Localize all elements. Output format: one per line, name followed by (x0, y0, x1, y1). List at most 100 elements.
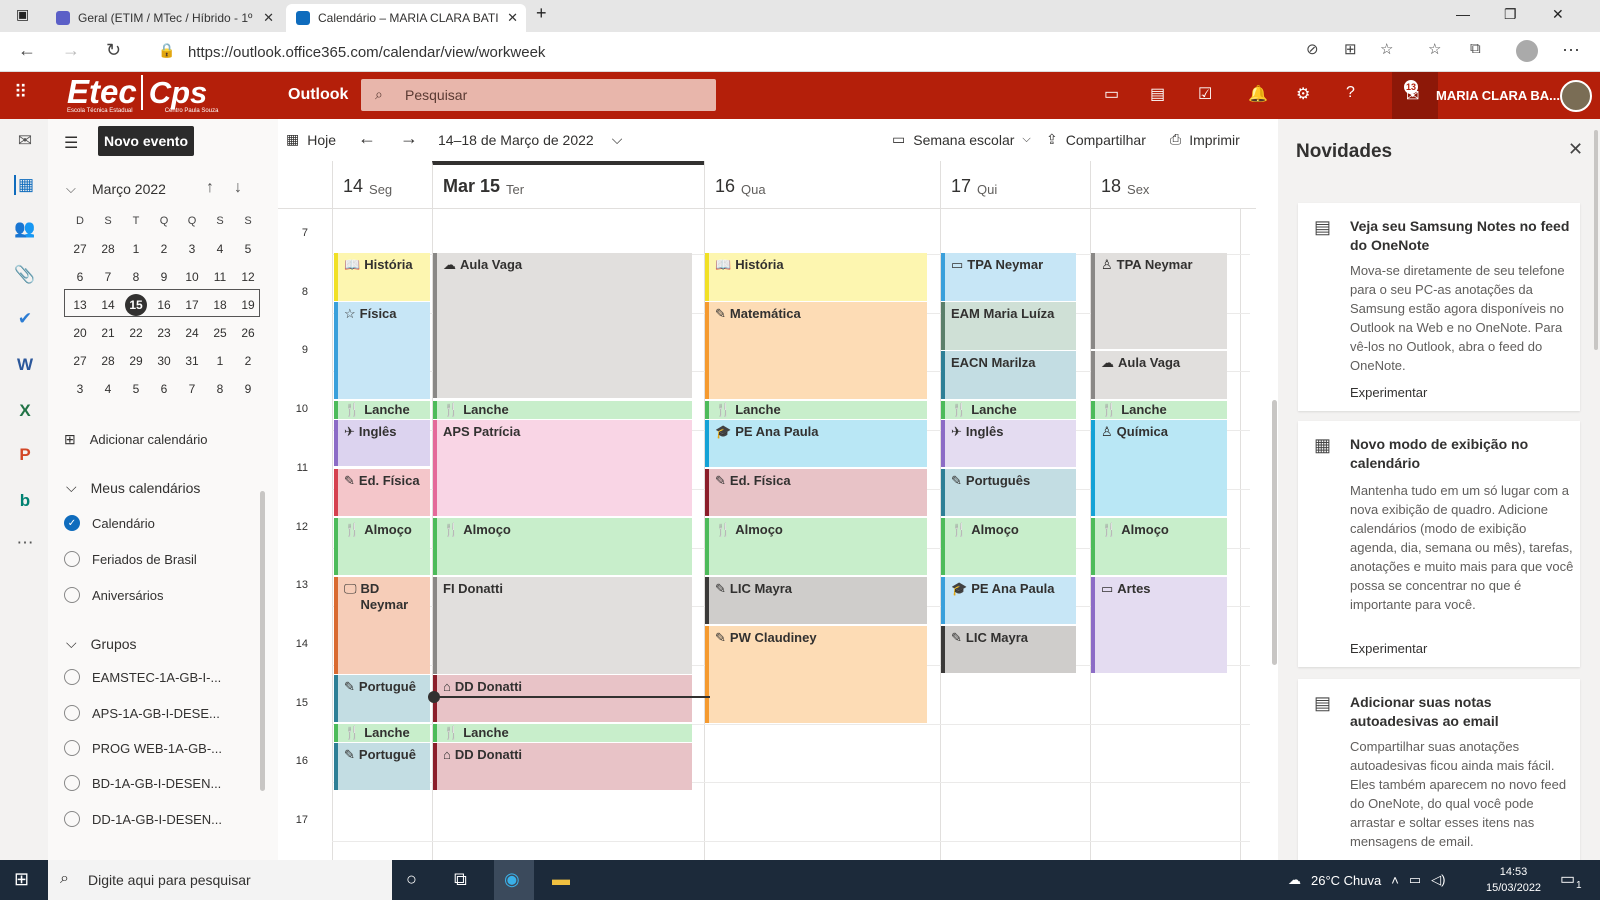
clock[interactable]: 14:53 15/03/2022 (1486, 864, 1541, 896)
mini-calendar-day[interactable]: 7 (178, 375, 206, 403)
calendar-event[interactable]: ☁ Aula Vaga (1091, 351, 1227, 399)
calendar-item-feriados[interactable]: Feriados de Brasil (64, 551, 197, 567)
browser-menu-icon[interactable]: ▣ (16, 6, 29, 23)
weather-icon[interactable]: ☁ (1288, 872, 1301, 888)
date-range-button[interactable]: 14–18 de Março de 2022 ⌵ (438, 131, 622, 148)
mini-calendar-day[interactable]: 6 (150, 375, 178, 403)
calendar-event[interactable]: EACN Marilza (941, 351, 1076, 399)
news-card[interactable]: ▤ Adicionar suas notas autoadesivas ao e… (1298, 679, 1580, 860)
word-icon[interactable]: W (14, 355, 36, 375)
calendar-event[interactable]: 🍴 Almoço (433, 518, 692, 575)
news-card[interactable]: ▤ Veja seu Samsung Notes no feed do OneN… (1298, 203, 1580, 411)
mini-calendar-day[interactable]: 20 (66, 319, 94, 347)
mini-calendar-day[interactable]: 6 (66, 263, 94, 291)
calendar-event[interactable]: 🍴 Almoço (334, 518, 430, 575)
day-header-mon[interactable]: 14 Seg (332, 161, 432, 209)
calendar-grid[interactable]: 7 8 9 10 11 12 13 14 15 16 17 📖 História ☆ Física 🍴 Lan… (278, 209, 1256, 860)
forward-icon[interactable]: → (62, 40, 80, 61)
calendar-event[interactable]: ✎ Português (941, 469, 1076, 516)
task-view-icon[interactable]: ⧉ (454, 869, 467, 890)
calendar-event[interactable]: 🍴 Lanche (705, 401, 927, 419)
calendar-event[interactable]: 🍴 Lanche (334, 401, 430, 419)
mini-calendar-day[interactable]: 24 (178, 319, 206, 347)
calendar-event[interactable]: ✎ Portuguê (334, 675, 430, 722)
app-launcher-icon[interactable]: ⠿ (14, 82, 27, 103)
chevron-up-icon[interactable]: ˄ (1391, 873, 1399, 888)
more-icon[interactable]: ⋯ (1562, 40, 1580, 61)
browser-tab-calendar[interactable]: Calendário – MARIA CLARA BATI ✕ (286, 4, 526, 32)
mini-calendar-day[interactable]: 11 (206, 263, 234, 291)
todo-check-icon[interactable]: ✔ (14, 309, 36, 329)
feedback-icon[interactable]: ✉ (1392, 72, 1438, 119)
today-button[interactable]: ▦ Hoje (286, 131, 336, 148)
group-item[interactable]: APS-1A-GB-I-DESE... (64, 705, 220, 721)
mini-calendar-day[interactable]: 21 (94, 319, 122, 347)
calendar-event[interactable]: 🎓 PE Ana Paula (941, 577, 1076, 624)
mini-calendar-day[interactable]: 27 (66, 347, 94, 375)
print-button[interactable]: ⎙ Imprimir (1170, 131, 1240, 148)
calendar-event[interactable]: APS Patrícia (433, 420, 692, 516)
next-month-icon[interactable]: ↓ (234, 179, 242, 197)
calendar-event[interactable]: ⌂ DD Donatti (433, 675, 692, 722)
calendar-event[interactable]: ♙ TPA Neymar (1091, 253, 1227, 349)
teams-chat-icon[interactable]: ▭ (1104, 84, 1119, 104)
calendar-event[interactable]: 🎓 PE Ana Paula (705, 420, 927, 467)
calendar-event[interactable]: ✎ Ed. Física (334, 469, 430, 516)
paperclip-icon[interactable]: 📎 (14, 265, 36, 285)
calendar-event[interactable]: 🍴 Lanche (334, 724, 430, 742)
mini-calendar-day[interactable]: 5 (234, 235, 262, 263)
day-header-fri[interactable]: 18 Sex (1090, 161, 1240, 209)
user-name[interactable]: MARIA CLARA BA... (1436, 88, 1560, 103)
mini-calendar-day[interactable]: 7 (94, 263, 122, 291)
calendar-event[interactable]: FI Donatti (433, 577, 692, 674)
gear-icon[interactable]: ⚙ (1296, 84, 1310, 104)
day-header-wed[interactable]: 16 Qua (704, 161, 940, 209)
calendar-icon[interactable]: ▦ (14, 175, 36, 195)
mini-calendar-day[interactable]: 1 (122, 235, 150, 263)
mini-calendar-day[interactable]: 9 (234, 375, 262, 403)
avatar[interactable] (1560, 80, 1592, 112)
mini-calendar-day[interactable]: 28 (94, 347, 122, 375)
calendar-event[interactable]: ✎ Matemática (705, 302, 927, 399)
close-tab-icon[interactable]: ✕ (263, 10, 274, 26)
groups-header[interactable]: ⌵ Grupos (66, 635, 137, 652)
add-favorite-icon[interactable]: ☆ (1380, 40, 1393, 58)
calendar-event[interactable]: ✈ Inglês (334, 420, 430, 466)
close-window-icon[interactable]: ✕ (1552, 6, 1564, 23)
network-icon[interactable]: ▭ (1409, 872, 1421, 888)
excel-icon[interactable]: X (14, 401, 36, 421)
profile-icon[interactable] (1516, 40, 1538, 62)
browser-tab-teams[interactable]: Geral (ETIM / MTec / Híbrido - 1º ✕ (46, 4, 282, 32)
apps-icon[interactable]: ⊞ (1344, 40, 1357, 58)
day-header-thu[interactable]: 17 Qui (940, 161, 1090, 209)
mini-calendar-day[interactable]: 29 (122, 347, 150, 375)
share-button[interactable]: ⇪ Compartilhar (1046, 131, 1146, 148)
weather-label[interactable]: 26°C Chuva (1311, 873, 1381, 888)
mini-calendar-day[interactable]: 3 (178, 235, 206, 263)
collections-icon[interactable]: ⧉ (1470, 40, 1481, 57)
previous-week-icon[interactable]: ← (358, 128, 376, 149)
calendar-event[interactable]: 🍴 Lanche (433, 724, 692, 742)
add-calendar-button[interactable]: ⊞ Adicionar calendário (64, 431, 208, 448)
mini-calendar-day[interactable]: 31 (178, 347, 206, 375)
mini-calendar-day[interactable]: 28 (94, 235, 122, 263)
day-header-tue[interactable]: Mar 15 Ter (432, 161, 704, 209)
calendar-event[interactable]: ✎ LIC Mayra (941, 626, 1076, 673)
mini-calendar-day[interactable]: 23 (150, 319, 178, 347)
help-icon[interactable]: ? (1346, 84, 1355, 102)
calendar-event[interactable]: 🖵 BD Neymar (334, 577, 430, 674)
mini-calendar-day[interactable]: 8 (206, 375, 234, 403)
month-title[interactable]: Março 2022 (92, 181, 166, 197)
calendar-event[interactable]: ▭ Artes (1091, 577, 1227, 673)
tracking-icon[interactable]: ⊘ (1306, 40, 1319, 58)
notification-center-icon[interactable]: ▭ (1560, 869, 1575, 889)
mini-calendar-day[interactable]: 30 (150, 347, 178, 375)
mini-calendar-day[interactable]: 8 (122, 263, 150, 291)
close-tab-icon[interactable]: ✕ (507, 10, 518, 26)
search-input[interactable]: ⌕ Pesquisar (361, 79, 716, 111)
more-apps-icon[interactable]: ⋯ (14, 533, 36, 553)
bell-icon[interactable]: 🔔 (1248, 84, 1268, 104)
calendar-event[interactable]: EAM Maria Luíza (941, 302, 1076, 350)
left-scrollbar[interactable] (260, 491, 265, 791)
group-item[interactable]: PROG WEB-1A-GB-... (64, 740, 222, 756)
